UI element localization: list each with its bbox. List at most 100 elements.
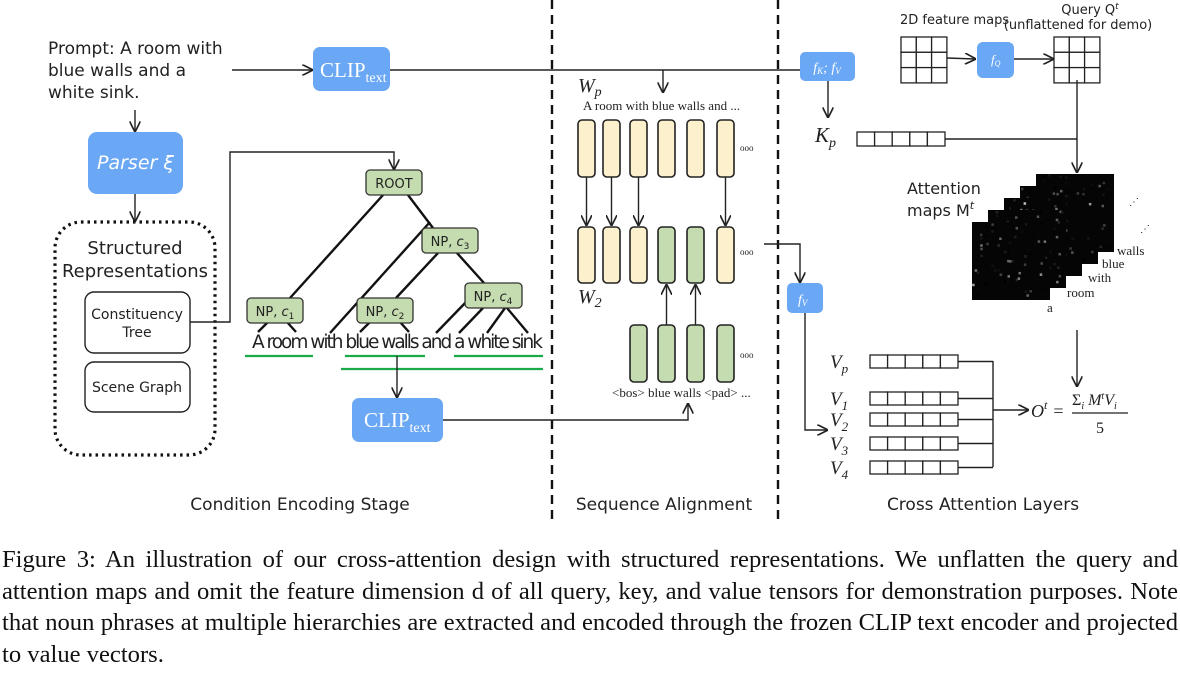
svg-text:NP, c1: NP, c1 (256, 305, 295, 322)
value-cell (869, 412, 889, 427)
svg-text:Tree: Tree (121, 325, 151, 341)
aligned-embedding (577, 226, 596, 284)
svg-text:Scene Graph: Scene Graph (92, 380, 182, 396)
svg-text:a: a (1047, 300, 1053, 315)
fq-projection: fQ (977, 42, 1014, 78)
value-cell (904, 460, 924, 475)
key-cell (856, 131, 876, 147)
value-cell (922, 436, 942, 451)
stage-label: Sequence Alignment (576, 495, 753, 515)
key-cell (909, 131, 929, 147)
clip-text-encoder-bottom: CLIPtext (352, 398, 443, 442)
value-cell (922, 412, 942, 427)
query-grid (1053, 36, 1101, 84)
svg-text:blue walls and a: blue walls and a (48, 61, 186, 81)
value-label: V3 (830, 434, 849, 458)
ellipsis: ooo (740, 247, 754, 257)
tree-node-np-c1: NP, c1 (246, 297, 304, 324)
svg-text:⋰: ⋰ (1140, 224, 1150, 235)
constituency-tree: ROOT NP, c1 NP, c2 NP, c3 NP, c4 A room … (245, 169, 543, 371)
value-cell (922, 391, 942, 406)
value-cell (904, 412, 924, 427)
value-cell (869, 460, 889, 475)
scene-graph-box: Scene Graph (84, 361, 191, 413)
noun-phrase-embedding (686, 324, 705, 383)
tree-node-np-c3: NP, c3 (421, 227, 479, 254)
figure-diagram: Prompt: A room with blue walls and a whi… (48, 0, 1152, 520)
value-label: V4 (830, 458, 849, 482)
value-cell (869, 354, 889, 369)
tree-node-root: ROOT (365, 169, 423, 196)
value-label: V2 (830, 410, 849, 434)
svg-text:walls: walls (1117, 243, 1144, 258)
svg-text:NP, c2: NP, c2 (366, 305, 405, 322)
svg-text:5: 5 (1096, 420, 1104, 437)
value-cell (939, 354, 959, 369)
feature-maps-label: 2D feature maps (900, 13, 1009, 28)
svg-text:Ot=: Ot = (1031, 398, 1064, 421)
constituency-tree-box: Constituency Tree (84, 291, 191, 354)
noun-phrase-embedding (657, 324, 676, 383)
key-cell (926, 131, 946, 147)
svg-text:with: with (1088, 270, 1112, 285)
svg-text:NP, c3: NP, c3 (431, 235, 470, 252)
value-cell (869, 436, 889, 451)
clip-text-encoder-top: CLIPtext (313, 47, 390, 91)
value-cell (886, 391, 906, 406)
structured-title: Structured (87, 238, 182, 259)
value-cell (904, 354, 924, 369)
value-cell (886, 460, 906, 475)
value-cell (939, 436, 959, 451)
fk-fv-projection: fK; fV (800, 52, 855, 81)
kp-label: Kp (814, 123, 836, 151)
value-cell (939, 460, 959, 475)
value-cell (922, 354, 942, 369)
key-cell (891, 131, 911, 147)
prompt-embedding (657, 119, 676, 178)
figure-caption: Figure 3: An illustration of our cross-a… (2, 546, 1178, 668)
ellipsis: ooo (740, 350, 754, 360)
parser-module: Parser ξ (88, 132, 183, 194)
noun-phrase-embedding (629, 324, 648, 383)
aligned-embedding (657, 226, 676, 284)
aligned-embedding (716, 226, 735, 284)
svg-text:Constituency: Constituency (91, 307, 183, 323)
output-formula: Ot = Σi MtVi 5 (1031, 391, 1128, 437)
ellipsis: ooo (740, 143, 754, 153)
svg-text:white sink.: white sink. (48, 83, 140, 103)
prompt-embedding (716, 119, 735, 178)
aligned-embedding (686, 226, 705, 284)
svg-text:ROOT: ROOT (375, 177, 412, 192)
value-cell (922, 460, 942, 475)
svg-text:Σi MtVi: Σi MtVi (1072, 391, 1117, 412)
stage-label: Cross Attention Layers (887, 495, 1079, 515)
value-cell (886, 436, 906, 451)
svg-text:Prompt: A room with: Prompt: A room with (48, 39, 223, 59)
prompt-embedding (686, 119, 705, 178)
stage-label: Condition Encoding Stage (190, 495, 409, 515)
parsed-sentence: A room with blue walls and a white sink (252, 332, 543, 353)
prompt-tokens: A room with blue walls and ... (583, 98, 740, 113)
noun-phrase-underlines (245, 354, 543, 371)
prompt-embedding (629, 119, 648, 178)
svg-text:Parser ξ: Parser ξ (97, 152, 174, 174)
attention-maps-label: maps Mt (907, 199, 975, 220)
query-label: Query Qt (1061, 2, 1119, 18)
prompt-embedding (577, 119, 596, 178)
prompt-text: Prompt: A room with blue walls and a whi… (48, 39, 223, 103)
token-embeddings (577, 119, 735, 383)
fv-projection: fV (787, 283, 823, 313)
key-vector (856, 131, 946, 147)
feature-map-grid (900, 36, 948, 84)
svg-text:blue: blue (1102, 256, 1125, 271)
tree-node-np-c4: NP, c4 (464, 282, 523, 309)
wp-label: Wp (578, 75, 602, 100)
value-label: Vp (830, 352, 849, 376)
prompt-embedding (602, 119, 621, 178)
value-cell (939, 412, 959, 427)
value-cell (904, 436, 924, 451)
svg-text:⋰: ⋰ (1129, 197, 1139, 208)
w2-label: W2 (578, 286, 602, 311)
noun-phrase-embedding (716, 324, 735, 383)
value-cell (886, 354, 906, 369)
